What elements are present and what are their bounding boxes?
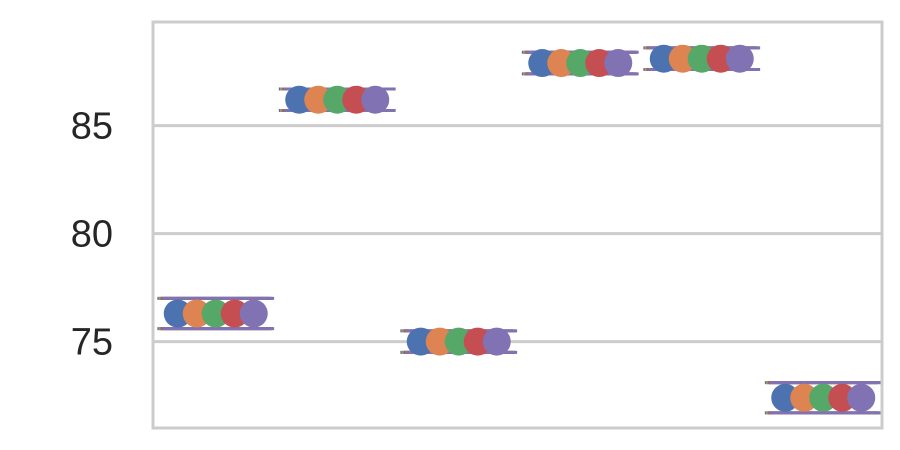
y-tick-label-75: 75 [71, 322, 113, 364]
point-s4-g3 [604, 49, 633, 78]
chart: 75 80 85 [71, 20, 884, 430]
point-s4-g4 [725, 44, 754, 73]
y-tick-label-80: 80 [71, 214, 113, 256]
point-s4-g1 [361, 85, 390, 114]
point-s4-g2 [482, 327, 511, 356]
point-s4-g0 [239, 299, 268, 328]
data-points [163, 44, 876, 412]
y-tick-labels: 75 80 85 [71, 106, 113, 364]
point-s4-g5 [847, 383, 876, 412]
plot-frame [151, 20, 884, 430]
y-tick-label-85: 85 [71, 106, 113, 148]
error-bars [157, 46, 882, 415]
